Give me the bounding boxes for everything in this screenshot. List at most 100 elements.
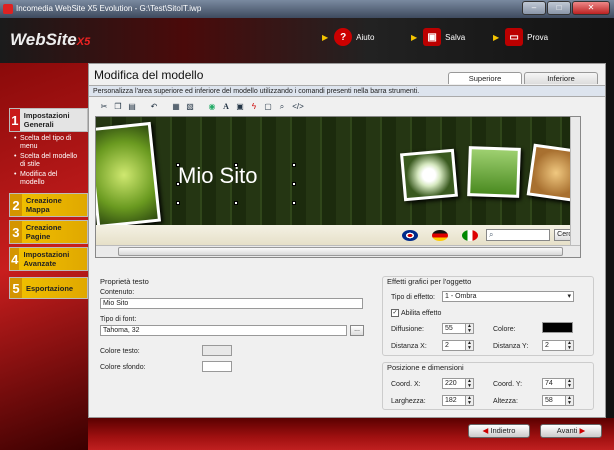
effects-title: Effetti grafici per l'oggetto xyxy=(387,277,472,286)
next-button[interactable]: Avanti ▶ xyxy=(540,424,602,438)
distance-x-label: Distanza X: xyxy=(391,343,427,350)
resize-handle[interactable] xyxy=(292,182,296,186)
banner-footer-strip: ⌕ Cerca xyxy=(96,225,580,245)
text-icon[interactable]: A xyxy=(221,102,231,112)
search-icon[interactable]: ⌕ xyxy=(277,102,287,112)
step-label: Creazione Pagine xyxy=(25,223,62,241)
step-export[interactable]: 5 Esportazione xyxy=(9,277,88,299)
preview-icon: ▭ xyxy=(505,28,524,46)
enable-effect-label: Abilita effetto xyxy=(401,309,442,317)
font-input[interactable]: Tahoma, 32 xyxy=(100,325,347,336)
search-icon: ⌕ xyxy=(489,230,494,239)
back-label: Indietro xyxy=(490,426,516,435)
content-input[interactable]: Mio Sito xyxy=(100,298,363,309)
paste-icon[interactable]: ▤ xyxy=(127,102,137,112)
help-button[interactable]: ▶ ? Aiuto xyxy=(322,28,374,46)
scrollbar-thumb[interactable] xyxy=(118,247,563,256)
step-advanced-settings[interactable]: 4 Impostazioni Avanzate xyxy=(9,247,88,271)
enable-effect-checkbox[interactable]: ✓ Abilita effetto xyxy=(391,309,441,317)
text-color-label: Colore testo: xyxy=(100,348,140,355)
resize-handle[interactable] xyxy=(234,163,238,167)
germany-flag-icon[interactable] xyxy=(432,230,448,241)
step-label: Creazione Mappa xyxy=(25,196,62,214)
step-create-map[interactable]: 2 Creazione Mappa xyxy=(9,193,88,217)
tab-bottom[interactable]: Inferiore xyxy=(524,72,598,84)
coord-y-input[interactable]: 74 xyxy=(542,378,566,389)
coord-x-label: Coord. X: xyxy=(391,381,421,388)
substep-style-template[interactable]: Scelta del modello di stile xyxy=(14,153,80,169)
uk-flag-icon[interactable] xyxy=(402,230,418,241)
globe-icon[interactable]: ◉ xyxy=(207,102,217,112)
save-button[interactable]: ▶ ▣ Salva xyxy=(411,28,465,46)
resize-handle[interactable] xyxy=(234,201,238,205)
shadow-color-label: Colore: xyxy=(493,326,516,333)
height-input[interactable]: 58 xyxy=(542,395,566,406)
distance-y-label: Distanza Y: xyxy=(493,343,529,350)
minimize-button[interactable]: – xyxy=(522,1,546,15)
chevron-down-icon: ▾ xyxy=(567,293,571,300)
step-number: 1 xyxy=(10,109,20,131)
effect-type-label: Tipo di effetto: xyxy=(391,294,435,301)
diffusion-input[interactable]: 55 xyxy=(442,323,466,334)
bottom-nav-bar: ◀ Indietro Avanti ▶ xyxy=(88,418,614,450)
width-input[interactable]: 182 xyxy=(442,395,466,406)
resize-handle[interactable] xyxy=(292,163,296,167)
title-bar: Incomedia WebSite X5 Evolution - G:\Test… xyxy=(0,0,614,18)
horizontal-scrollbar[interactable] xyxy=(96,245,580,257)
image-icon[interactable]: ▣ xyxy=(235,102,245,112)
resize-handle[interactable] xyxy=(292,201,296,205)
close-button[interactable]: ✕ xyxy=(572,1,610,15)
flower-photo xyxy=(400,148,458,202)
resize-handle[interactable] xyxy=(176,201,180,205)
position-title: Posizione e dimensioni xyxy=(387,363,464,372)
font-picker-button[interactable]: ... xyxy=(350,325,364,336)
code-icon[interactable]: </> xyxy=(291,102,305,112)
test-button[interactable]: ▶ ▭ Prova xyxy=(493,28,548,46)
send-back-icon[interactable]: ▧ xyxy=(185,102,195,112)
app-header: WebSiteX5 ▶ ? Aiuto ▶ ▣ Salva ▶ ▭ Prova xyxy=(0,18,614,63)
text-properties-title: Proprietà testo xyxy=(100,277,149,286)
distance-y-spinner[interactable]: ▲ ▼ xyxy=(566,340,574,351)
substep-menu-type[interactable]: Scelta del tipo di menu xyxy=(14,135,80,151)
template-preview[interactable]: Mio Sito ⌕ Cerca xyxy=(95,116,581,258)
shadow-color-swatch[interactable] xyxy=(542,322,573,333)
test-label: Prova xyxy=(527,32,549,42)
distance-x-spinner[interactable]: ▲ ▼ xyxy=(466,340,474,351)
diffusion-spinner[interactable]: ▲ ▼ xyxy=(466,323,474,334)
site-name-text[interactable]: Mio Sito xyxy=(178,163,257,189)
coord-x-input[interactable]: 220 xyxy=(442,378,466,389)
step-create-pages[interactable]: 3 Creazione Pagine xyxy=(9,220,88,244)
bg-color-swatch[interactable] xyxy=(202,361,232,372)
distance-x-input[interactable]: 2 xyxy=(442,340,466,351)
tab-top[interactable]: Superiore xyxy=(448,72,522,84)
copy-icon[interactable]: ❐ xyxy=(113,102,123,112)
back-button[interactable]: ◀ Indietro xyxy=(468,424,530,438)
coord-y-spinner[interactable]: ▲ ▼ xyxy=(566,378,574,389)
effect-type-select[interactable]: 1 - Ombra ▾ xyxy=(442,291,574,302)
search-input[interactable]: ⌕ xyxy=(486,229,550,241)
step-label: Impostazioni Generali xyxy=(23,111,70,129)
substep-edit-template[interactable]: Modifica del modello xyxy=(14,171,80,187)
resize-handle[interactable] xyxy=(176,182,180,186)
bring-front-icon[interactable]: ▦ xyxy=(171,102,181,112)
resize-handle[interactable] xyxy=(176,163,180,167)
step-number: 3 xyxy=(10,221,22,243)
italy-flag-icon[interactable] xyxy=(462,230,478,241)
step-general-settings[interactable]: 1 Impostazioni Generali xyxy=(9,108,88,132)
editor-toolbar: ✂ ❐ ▤ ↶ ▦ ▧ ◉ A ▣ ϟ ▢ ⌕ </> xyxy=(97,100,597,114)
text-color-swatch[interactable] xyxy=(202,345,232,356)
vertical-scrollbar[interactable] xyxy=(570,117,580,245)
cut-icon[interactable]: ✂ xyxy=(99,102,109,112)
maximize-button[interactable]: □ xyxy=(547,1,571,15)
page-description: Personalizza l'area superiore ed inferio… xyxy=(89,85,605,97)
height-spinner[interactable]: ▲ ▼ xyxy=(566,395,574,406)
undo-icon[interactable]: ↶ xyxy=(149,102,159,112)
arrow-icon: ▶ xyxy=(322,32,329,42)
save-label: Salva xyxy=(445,32,466,42)
width-spinner[interactable]: ▲ ▼ xyxy=(466,395,474,406)
distance-y-input[interactable]: 2 xyxy=(542,340,566,351)
flash-icon[interactable]: ϟ xyxy=(249,102,259,112)
html-icon[interactable]: ▢ xyxy=(263,102,273,112)
step-number: 2 xyxy=(10,194,22,216)
coord-x-spinner[interactable]: ▲ ▼ xyxy=(466,378,474,389)
